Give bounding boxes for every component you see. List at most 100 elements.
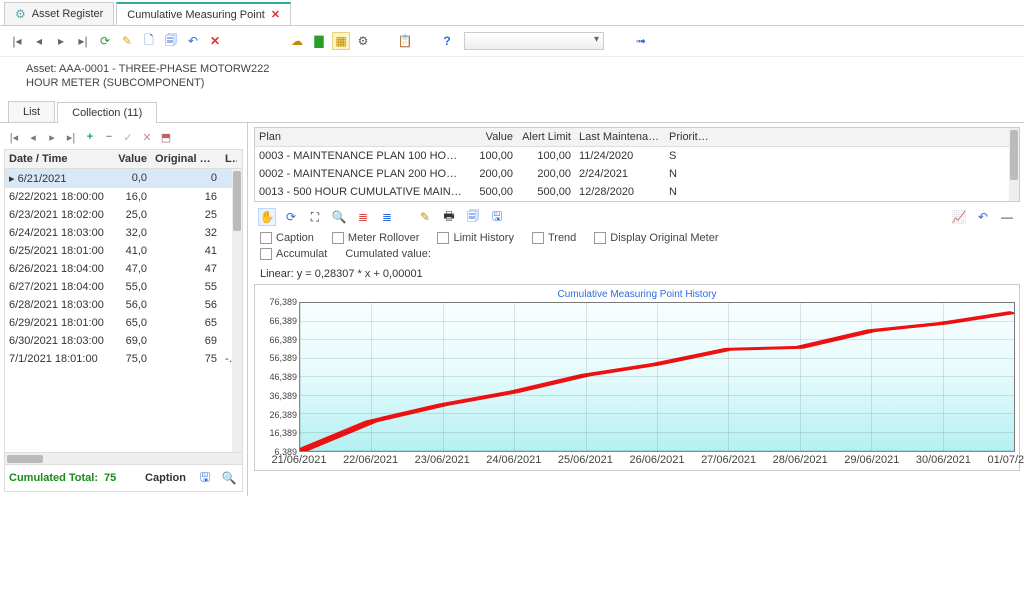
close-icon[interactable]: ✕ bbox=[271, 8, 280, 21]
grid-add-icon[interactable]: + bbox=[82, 129, 98, 145]
col-prioritize[interactable]: Prioritize bbox=[665, 128, 715, 146]
grid-prev-icon[interactable]: ◂ bbox=[25, 129, 41, 145]
chart-container: Cumulative Measuring Point History 6,389… bbox=[254, 284, 1020, 471]
left-grid-toolbar: |◂ ◂ ▸ ▸| + − ✓ ✕ ⬒ bbox=[4, 127, 243, 149]
settings-icon[interactable]: ⚙ bbox=[354, 32, 372, 50]
new-doc-button[interactable]: 🗋 bbox=[140, 32, 158, 50]
grid-cancel-icon[interactable]: ✕ bbox=[139, 129, 155, 145]
exit-icon[interactable]: ➟ bbox=[632, 32, 650, 50]
grid-row[interactable]: 6/23/2021 18:02:0025,025 bbox=[5, 206, 242, 224]
save-chart-icon[interactable]: 🖫 bbox=[488, 208, 506, 226]
col-alert-limit[interactable]: Alert Limit bbox=[517, 128, 575, 146]
caption-checkbox[interactable]: Caption bbox=[260, 232, 314, 244]
chart-options-row2: Accumulat Cumulated value: bbox=[254, 248, 1020, 264]
bars-red-icon[interactable]: ≣ bbox=[354, 208, 372, 226]
grid-last-icon[interactable]: ▸| bbox=[63, 129, 79, 145]
help-icon[interactable]: ? bbox=[438, 32, 456, 50]
col-last-maintenance[interactable]: Last Maintenance bbox=[575, 128, 665, 146]
grid-extra-icon[interactable]: ⬒ bbox=[158, 129, 174, 145]
tab-label: Asset Register bbox=[32, 8, 104, 20]
subtab-collection[interactable]: Collection (11) bbox=[57, 102, 157, 123]
col-original-meter[interactable]: Original Meter bbox=[151, 150, 221, 168]
chart-plot[interactable] bbox=[299, 302, 1015, 452]
trend-checkbox[interactable]: Trend bbox=[532, 232, 576, 244]
delete-button[interactable]: ✕ bbox=[206, 32, 224, 50]
grid-row[interactable]: 6/27/2021 18:04:0055,055 bbox=[5, 278, 242, 296]
grid-row[interactable]: 6/24/2021 18:03:0032,032 bbox=[5, 224, 242, 242]
grid-row[interactable]: 7/1/2021 18:01:0075,075-2 bbox=[5, 350, 242, 368]
chart-icon[interactable]: ▇ bbox=[310, 32, 328, 50]
plan-row[interactable]: 0013 - 500 HOUR CUMULATIVE MAINTENANCE I… bbox=[255, 183, 1019, 201]
left-panel: |◂ ◂ ▸ ▸| + − ✓ ✕ ⬒ Date / Time Value Or… bbox=[0, 123, 248, 496]
col-plan-value[interactable]: Value bbox=[469, 128, 517, 146]
limit-history-checkbox[interactable]: Limit History bbox=[437, 232, 514, 244]
grid-next-icon[interactable]: ▸ bbox=[44, 129, 60, 145]
grid-row[interactable]: ▸ 6/21/20210,00 bbox=[5, 169, 242, 188]
plan-scrollbar[interactable] bbox=[1009, 128, 1019, 201]
edit-button[interactable]: ✎ bbox=[118, 32, 136, 50]
trend-formula: Linear: y = 0,28307 * x + 0,00001 bbox=[254, 264, 1020, 282]
tab-asset-register[interactable]: ⚙ Asset Register bbox=[4, 2, 114, 25]
save-icon[interactable]: 🖫 bbox=[196, 469, 214, 487]
chart-y-axis: 6,38916,38926,38936,38946,38956,38966,38… bbox=[259, 302, 299, 452]
undo-button[interactable]: ↶ bbox=[184, 32, 202, 50]
next-record-button[interactable]: ▸ bbox=[52, 32, 70, 50]
scrollbar-vertical[interactable] bbox=[232, 169, 242, 452]
refresh-button[interactable]: ⟳ bbox=[96, 32, 114, 50]
minimize-chart-icon[interactable]: — bbox=[998, 208, 1016, 226]
last-record-button[interactable]: ▸| bbox=[74, 32, 92, 50]
search-icon[interactable]: 🔍 bbox=[220, 469, 238, 487]
grid-header: Date / Time Value Original Meter Li bbox=[4, 149, 243, 169]
undo-chart-icon[interactable]: ↶ bbox=[974, 208, 992, 226]
accumulated-checkbox[interactable]: Accumulat bbox=[260, 248, 327, 260]
grid-row[interactable]: 6/30/2021 18:03:0069,069 bbox=[5, 332, 242, 350]
scrollbar-horizontal[interactable] bbox=[4, 453, 243, 465]
grid-accept-icon[interactable]: ✓ bbox=[120, 129, 136, 145]
map-icon[interactable]: ▦ bbox=[332, 32, 350, 50]
grid-remove-icon[interactable]: − bbox=[101, 129, 117, 145]
col-datetime[interactable]: Date / Time bbox=[5, 150, 109, 168]
col-plan[interactable]: Plan bbox=[255, 128, 469, 146]
grid-row[interactable]: 6/22/2021 18:00:0016,016 bbox=[5, 188, 242, 206]
plan-grid-header: Plan Value Alert Limit Last Maintenance … bbox=[255, 128, 1019, 147]
copy-chart-icon[interactable]: 🗐 bbox=[464, 208, 482, 226]
bars-blue-icon[interactable]: ≣ bbox=[378, 208, 396, 226]
tab-cumulative-measuring-point[interactable]: Cumulative Measuring Point ✕ bbox=[116, 2, 291, 25]
chart-toolbar: ✋ ⟳ ⛶ 🔍 ≣ ≣ ✎ 🖶 🗐 🖫 📈 ↶ — bbox=[254, 202, 1020, 230]
prev-record-button[interactable]: ◂ bbox=[30, 32, 48, 50]
chart-x-axis: 21/06/202122/06/202123/06/202124/06/2021… bbox=[259, 452, 1015, 466]
cumulated-value-label: Cumulated value: bbox=[345, 248, 431, 260]
tab-label: Cumulative Measuring Point bbox=[127, 9, 265, 21]
grid-row[interactable]: 6/25/2021 18:01:0041,041 bbox=[5, 242, 242, 260]
globe-icon[interactable]: ☁ bbox=[288, 32, 306, 50]
first-record-button[interactable]: |◂ bbox=[8, 32, 26, 50]
subtab-list[interactable]: List bbox=[8, 101, 55, 122]
edit-chart-icon[interactable]: ✎ bbox=[416, 208, 434, 226]
right-panel: Plan Value Alert Limit Last Maintenance … bbox=[248, 123, 1024, 496]
pan-hand-icon[interactable]: ✋ bbox=[258, 208, 276, 226]
chart-title: Cumulative Measuring Point History bbox=[259, 289, 1015, 302]
chart-area: 6,38916,38926,38936,38946,38956,38966,38… bbox=[259, 302, 1015, 452]
copy-button[interactable]: 🗐 bbox=[162, 32, 180, 50]
plan-row[interactable]: 0002 - MAINTENANCE PLAN 200 HOURS ACCUM2… bbox=[255, 165, 1019, 183]
grid-row[interactable]: 6/26/2021 18:04:0047,047 bbox=[5, 260, 242, 278]
cumulated-total-value: 75 bbox=[104, 472, 116, 484]
sub-tabs: List Collection (11) bbox=[0, 101, 1024, 123]
chart-options: Caption Meter Rollover Limit History Tre… bbox=[254, 230, 1020, 248]
refresh-chart-icon[interactable]: ⟳ bbox=[282, 208, 300, 226]
fullscreen-icon[interactable]: ⛶ bbox=[306, 208, 324, 226]
col-value[interactable]: Value bbox=[109, 150, 151, 168]
zoom-icon[interactable]: 🔍 bbox=[330, 208, 348, 226]
chart-type-icon[interactable]: 📈 bbox=[950, 208, 968, 226]
grid-first-icon[interactable]: |◂ bbox=[6, 129, 22, 145]
plan-row[interactable]: 0003 - MAINTENANCE PLAN 100 HOURS ACCUM1… bbox=[255, 147, 1019, 165]
print-icon[interactable]: 🖶 bbox=[440, 208, 458, 226]
grid-row[interactable]: 6/28/2021 18:03:0056,056 bbox=[5, 296, 242, 314]
meter-rollover-checkbox[interactable]: Meter Rollover bbox=[332, 232, 420, 244]
toolbar-dropdown[interactable] bbox=[464, 32, 604, 50]
col-li[interactable]: Li bbox=[221, 150, 237, 168]
clipboard-icon[interactable]: 📋 bbox=[396, 32, 414, 50]
window-tabs: ⚙ Asset Register Cumulative Measuring Po… bbox=[0, 0, 1024, 26]
grid-row[interactable]: 6/29/2021 18:01:0065,065 bbox=[5, 314, 242, 332]
display-original-meter-checkbox[interactable]: Display Original Meter bbox=[594, 232, 718, 244]
